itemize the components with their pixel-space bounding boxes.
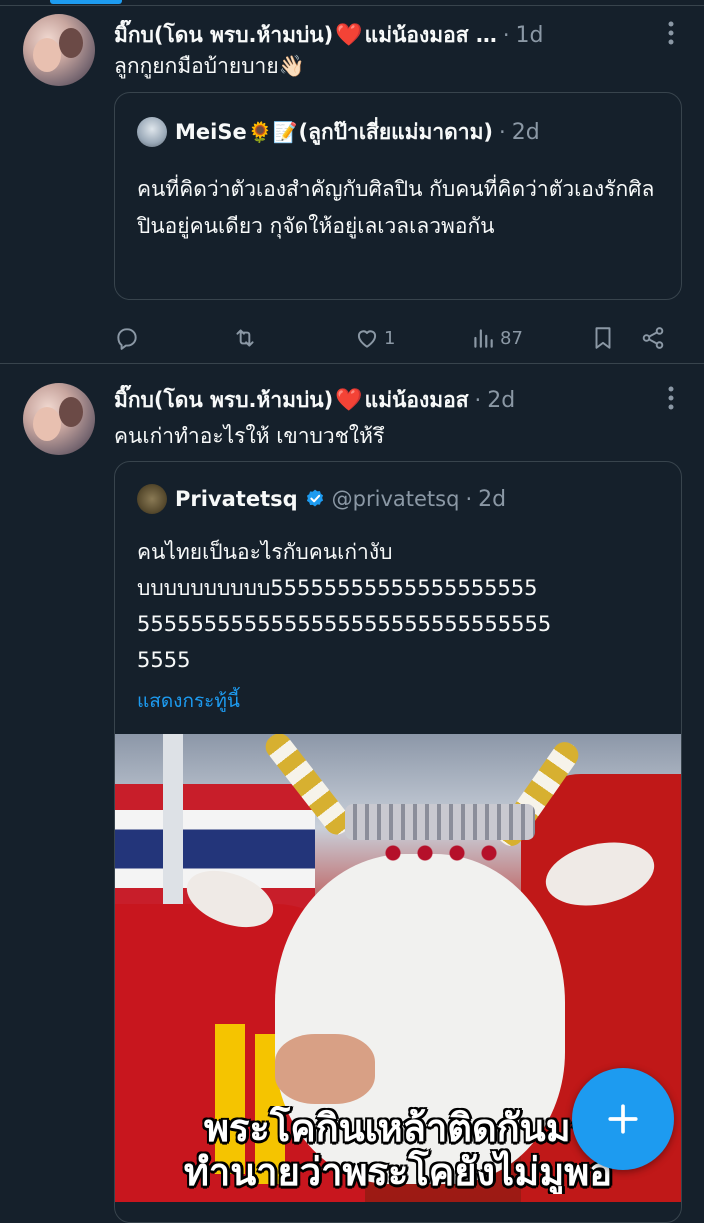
timestamp[interactable]: 1d [516, 23, 544, 48]
views-count: 87 [500, 327, 523, 349]
retweet-button[interactable] [232, 318, 262, 358]
separator-dot: · [465, 487, 473, 511]
bookmark-icon [595, 327, 611, 349]
hand-graphic [275, 1034, 375, 1104]
separator-dot: · [499, 120, 506, 144]
headdress-graphic [345, 804, 535, 840]
bookmark-button[interactable] [590, 318, 616, 358]
quoted-text-line: 5555 [137, 648, 191, 672]
timestamp[interactable]: 2d [487, 388, 515, 413]
quoted-text-line: คนไทยเป็นอะไรกับคนเก่างับ [137, 540, 393, 564]
quoted-avatar [137, 117, 167, 147]
tweet[interactable]: มิ๊กบ(โดน พรบ.ห้ามบ่น) ❤️ แม่น้องมอส … ·… [0, 6, 704, 363]
compose-button[interactable] [572, 1068, 674, 1170]
quoted-author-name: MeiSe [175, 120, 247, 144]
tweet-actions: 1 87 [114, 318, 674, 358]
share-icon [642, 327, 664, 349]
quoted-timestamp: 2d [478, 486, 507, 512]
tweet-divider [0, 363, 704, 364]
quoted-text: คนที่คิดว่าตัวเองสำคัญกับศิลปิน กับคนที่… [137, 177, 655, 238]
heart-emoji: ❤️ [335, 22, 363, 48]
emoji-sunflower-memo: 🌻📝 [247, 120, 298, 144]
more-options-icon[interactable] [666, 385, 676, 411]
tweet-text: ลูกกูยกมือบ้ายบาย👋🏻 [114, 54, 305, 78]
like-count: 1 [384, 327, 396, 349]
show-thread-link[interactable]: แสดงกระทู้นี้ [137, 686, 240, 716]
quoted-author-name: Privatetsq [175, 487, 298, 511]
quoted-tweet-header: MeiSe 🌻📝 (ลูกป๊าเสี่ยแม่มาดาม) · 2d [137, 117, 540, 147]
quoted-timestamp: 2d [511, 119, 540, 145]
reply-button[interactable] [114, 318, 144, 358]
quoted-author-name-suffix: (ลูกป๊าเสี่ยแม่มาดาม) [298, 119, 494, 144]
tweet-text: คนเก่าทำอะไรให้ เขาบวชให้รึ [114, 424, 385, 448]
avatar[interactable] [23, 14, 95, 86]
plus-icon [608, 1104, 638, 1134]
avatar[interactable] [23, 383, 95, 455]
more-options-icon[interactable] [666, 20, 676, 46]
quoted-text-line: 5555555555555555555555555555555 [137, 612, 552, 636]
views-icon [474, 329, 493, 348]
verified-badge-icon [306, 489, 323, 507]
author-name-suffix[interactable]: แม่น้องมอส [365, 385, 469, 415]
retweet-icon [236, 329, 254, 347]
quoted-tweet-header: Privatetsq @privatetsq · 2d [137, 484, 506, 514]
reply-icon [117, 328, 137, 350]
tweet-header: มิ๊กบ(โดน พรบ.ห้ามบ่น) ❤️ แม่น้องมอส … ·… [114, 20, 664, 50]
quoted-handle: @privatetsq [331, 487, 460, 511]
beads-graphic [377, 844, 507, 862]
share-button[interactable] [640, 318, 666, 358]
author-name[interactable]: มิ๊กบ(โดน พรบ.ห้ามบ่น) [114, 385, 333, 415]
pole-graphic [163, 734, 183, 904]
views-button[interactable]: 87 [470, 318, 523, 358]
quoted-text: คนไทยเป็นอะไรกับคนเก่างับ บบบบบบบบบบ5555… [137, 534, 665, 678]
like-button[interactable]: 1 [354, 318, 395, 358]
heart-icon [357, 330, 377, 348]
separator-dot: · [474, 388, 482, 412]
heart-emoji: ❤️ [335, 387, 363, 413]
author-name-suffix[interactable]: แม่น้องมอส … [365, 20, 497, 50]
active-tab-indicator [50, 0, 122, 4]
quoted-avatar [137, 484, 167, 514]
separator-dot: · [502, 23, 510, 47]
quoted-tweet[interactable]: MeiSe 🌻📝 (ลูกป๊าเสี่ยแม่มาดาม) · 2d คนที… [114, 92, 682, 300]
author-name[interactable]: มิ๊กบ(โดน พรบ.ห้ามบ่น) [114, 20, 333, 50]
quoted-text-line: บบบบบบบบบบ55555555555555555555 [137, 576, 538, 600]
tweet-header: มิ๊กบ(โดน พรบ.ห้ามบ่น) ❤️ แม่น้องมอส · 2… [114, 385, 664, 415]
